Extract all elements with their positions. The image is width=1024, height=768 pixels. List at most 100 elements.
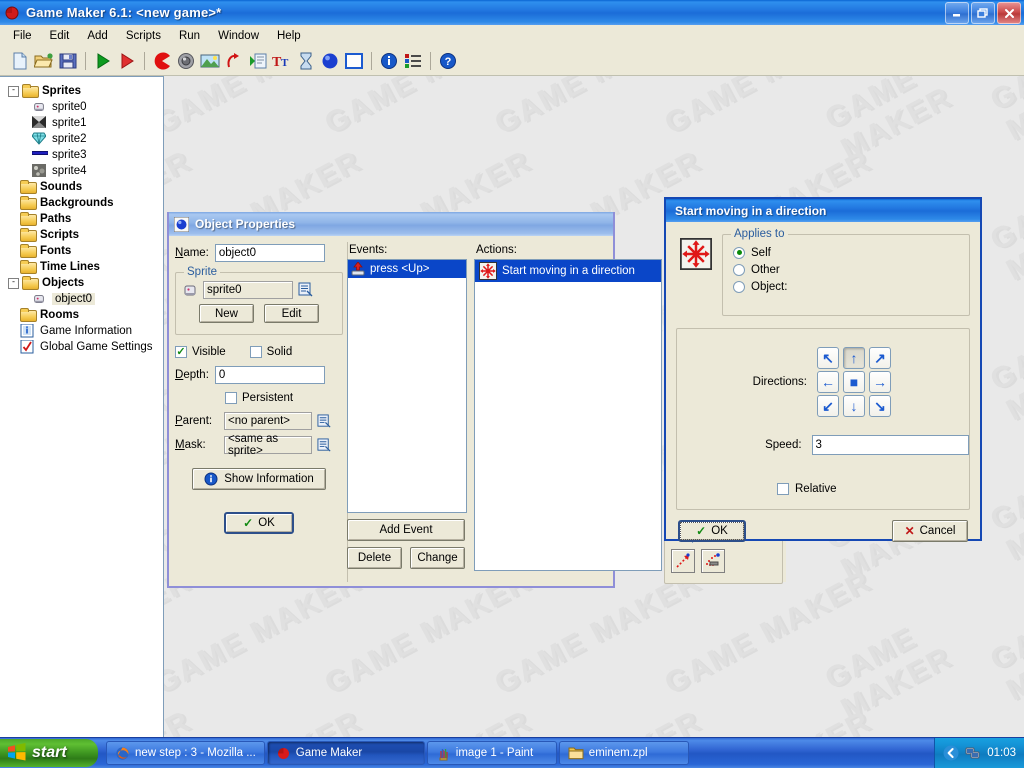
relative-row: Relative — [677, 483, 969, 495]
direction-down-right-button[interactable]: ↘ — [869, 395, 891, 417]
tree-item-global-game-settings[interactable]: Global Game Settings — [8, 339, 163, 355]
tree-item-fonts[interactable]: Fonts — [8, 243, 163, 259]
move-ok-button[interactable]: ✓ OK — [678, 520, 746, 542]
speed-input[interactable]: 3 — [812, 435, 969, 455]
start-button[interactable]: start — [0, 739, 98, 767]
sprite-edit-button[interactable]: Edit — [264, 304, 319, 323]
tree-expander[interactable]: - — [8, 278, 19, 289]
close-icon: ✕ — [905, 524, 915, 538]
toolbar-create-background[interactable] — [198, 49, 222, 73]
toolbar-create-timeline[interactable] — [294, 49, 318, 73]
change-event-button[interactable]: Change — [410, 547, 465, 569]
events-listbox[interactable]: press <Up> — [347, 259, 467, 513]
radio-other[interactable]: Other — [733, 261, 969, 278]
menu-list-icon[interactable] — [298, 282, 314, 298]
taskbar-clock[interactable]: 01:03 — [987, 747, 1016, 759]
object-ok-button[interactable]: ✓ OK — [224, 512, 294, 534]
direction-stop-button[interactable]: ■ — [843, 371, 865, 393]
toolbar-help[interactable]: ? — [436, 49, 460, 73]
window-controls — [945, 2, 1021, 24]
toolbar-create-room[interactable] — [342, 49, 366, 73]
menu-scripts[interactable]: Scripts — [117, 28, 170, 44]
tree-item-paths[interactable]: Paths — [8, 211, 163, 227]
tree-item-sprites[interactable]: -Sprites — [8, 83, 163, 99]
network-icon[interactable] — [965, 745, 981, 761]
taskbar-item-eminem-zpl[interactable]: eminem.zpl — [559, 741, 689, 765]
tree-item-rooms[interactable]: Rooms — [8, 307, 163, 323]
tree-item-sprite1[interactable]: sprite1 — [8, 115, 163, 131]
parent-menu-list-icon[interactable] — [317, 414, 332, 429]
taskbar-item-paint[interactable]: image 1 - Paint — [427, 741, 557, 765]
close-button[interactable] — [997, 2, 1021, 24]
toolbar-create-font[interactable]: T T — [270, 49, 294, 73]
direction-down-left-button[interactable]: ↙ — [817, 395, 839, 417]
event-row-press-up[interactable]: press <Up> — [348, 260, 466, 278]
visible-checkbox[interactable]: ✓ — [175, 346, 187, 358]
minimize-button[interactable] — [945, 2, 969, 24]
toolbar-new[interactable] — [8, 49, 32, 73]
tree-item-backgrounds[interactable]: Backgrounds — [8, 195, 163, 211]
direction-down-button[interactable]: ↓ — [843, 395, 865, 417]
tree-item-time-lines[interactable]: Time Lines — [8, 259, 163, 275]
toolbar-create-sprite[interactable] — [150, 49, 174, 73]
move-dialog-titlebar[interactable]: Start moving in a direction — [666, 199, 980, 222]
add-event-button[interactable]: Add Event — [347, 519, 465, 541]
move-direction-dialog[interactable]: Start moving in a direction — [664, 197, 982, 541]
sprite-new-button[interactable]: New — [199, 304, 254, 323]
solid-checkbox[interactable] — [250, 346, 262, 358]
main-window-titlebar[interactable]: Game Maker 6.1: <new game>* — [0, 0, 1024, 25]
direction-left-button[interactable]: ← — [817, 371, 839, 393]
direction-up-right-button[interactable]: ↗ — [869, 347, 891, 369]
radio-object[interactable]: Object: — [733, 278, 969, 295]
toolbar-global-game-settings[interactable] — [401, 49, 425, 73]
tree-item-sprite0[interactable]: sprite0 — [8, 99, 163, 115]
tree-item-sprite3[interactable]: sprite3 — [8, 147, 163, 163]
action-row-start-moving[interactable]: Start moving in a direction — [475, 260, 661, 282]
tree-item-objects[interactable]: -Objects — [8, 275, 163, 291]
menu-file[interactable]: File — [4, 28, 41, 44]
radio-self[interactable]: Self — [733, 244, 969, 261]
toolbar-create-sound[interactable] — [174, 49, 198, 73]
toolbar-create-object[interactable] — [318, 49, 342, 73]
depth-input[interactable]: 0 — [215, 366, 325, 384]
actions-listbox[interactable]: Start moving in a direction — [474, 259, 662, 571]
direction-right-button[interactable]: → — [869, 371, 891, 393]
move-cancel-button[interactable]: ✕ Cancel — [892, 520, 968, 542]
menu-window[interactable]: Window — [209, 28, 268, 44]
menu-add[interactable]: Add — [78, 28, 116, 44]
toolbar-save[interactable] — [56, 49, 80, 73]
resource-tree[interactable]: -Spritessprite0sprite1sprite2sprite3spri… — [0, 76, 164, 739]
show-information-button[interactable]: Show Information — [192, 468, 326, 490]
step-towards-icon[interactable] — [671, 549, 695, 573]
toolbar-open[interactable] — [32, 49, 56, 73]
taskbar-item-gamemaker[interactable]: Game Maker — [267, 741, 425, 765]
object-properties-titlebar[interactable]: Object Properties — [169, 212, 613, 236]
mask-menu-list-icon[interactable] — [317, 438, 332, 453]
delete-event-button[interactable]: Delete — [347, 547, 402, 569]
tree-expander[interactable]: - — [8, 86, 19, 97]
tree-item-sprite4[interactable]: sprite4 — [8, 163, 163, 179]
persistent-checkbox[interactable] — [225, 392, 237, 404]
object-name-input[interactable]: object0 — [215, 244, 325, 262]
menu-run[interactable]: Run — [170, 28, 209, 44]
tree-item-object0[interactable]: object0 — [8, 291, 163, 307]
toolbar-create-path[interactable] — [222, 49, 246, 73]
tree-item-sprite2[interactable]: sprite2 — [8, 131, 163, 147]
toolbar-game-information[interactable] — [377, 49, 401, 73]
tree-item-scripts[interactable]: Scripts — [8, 227, 163, 243]
toolbar-run-debug[interactable] — [115, 49, 139, 73]
tree-item-game-information[interactable]: Game Information — [8, 323, 163, 339]
taskbar-item-firefox[interactable]: new step : 3 - Mozilla ... — [106, 741, 265, 765]
relative-checkbox[interactable] — [777, 483, 789, 495]
tree-item-sounds[interactable]: Sounds — [8, 179, 163, 195]
toolbar-run-normally[interactable] — [91, 49, 115, 73]
step-avoiding-icon[interactable] — [701, 549, 725, 573]
menu-help[interactable]: Help — [268, 28, 310, 44]
toolbar-create-script[interactable] — [246, 49, 270, 73]
restore-button[interactable] — [971, 2, 995, 24]
chevron-left-icon[interactable] — [943, 745, 959, 761]
direction-up-left-button[interactable]: ↖ — [817, 347, 839, 369]
direction-up-button[interactable]: ↑ — [843, 347, 865, 369]
menu-edit[interactable]: Edit — [41, 28, 79, 44]
object-properties-window[interactable]: Object Properties Name: object0 Sprite — [167, 212, 615, 588]
